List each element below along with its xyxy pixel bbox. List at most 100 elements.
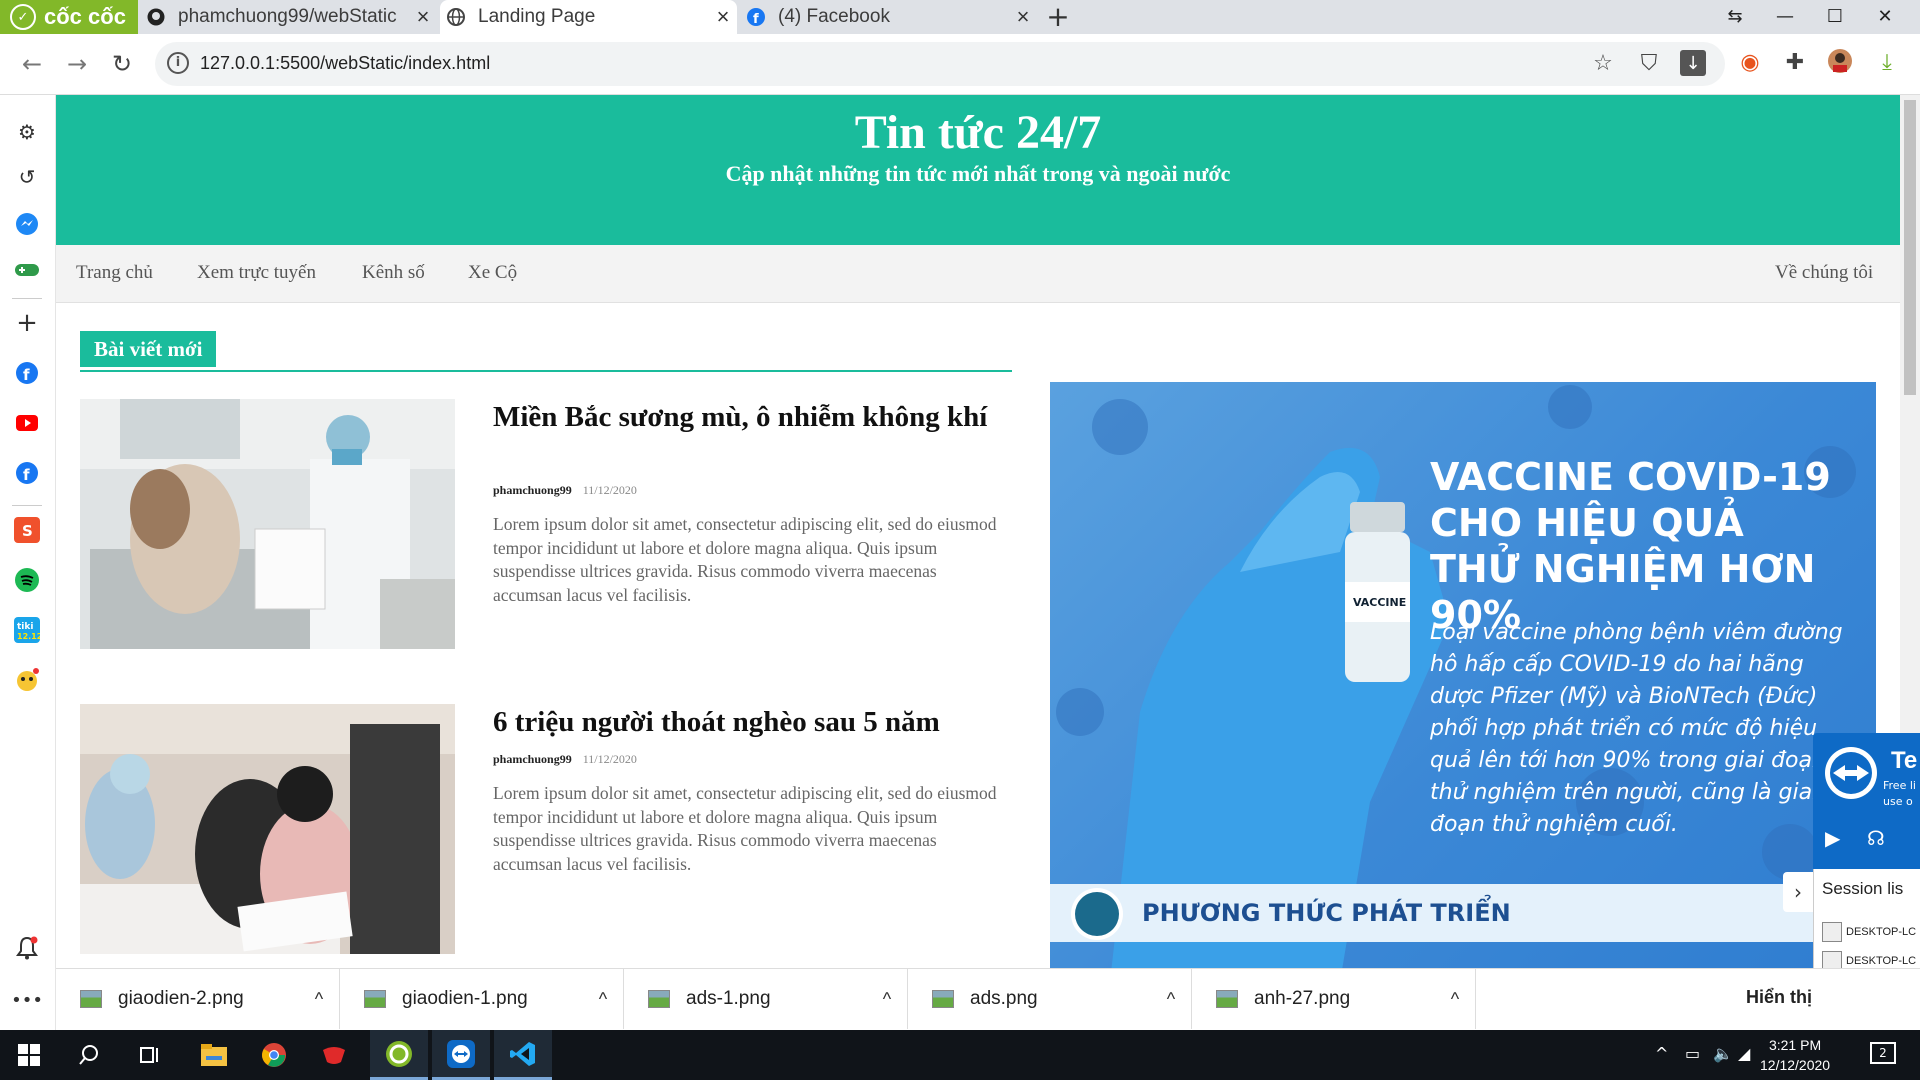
site-nav: Trang chủ Xem trực tuyến Kênh số Xe Cộ V… [56,245,1900,303]
tab-facebook[interactable]: f (4) Facebook × [740,0,1037,34]
bookmark-star-icon[interactable]: ☆ [1589,50,1617,78]
search-icon[interactable] [60,1030,118,1080]
downloads-icon[interactable]: ⤓ [1872,48,1902,78]
extensions-puzzle-icon[interactable]: ✚ [1780,48,1810,78]
vscode-icon[interactable] [494,1030,552,1080]
volume-icon[interactable]: 🔈 [1713,1044,1733,1063]
tab-label: (4) Facebook [778,6,890,27]
site-subtitle: Cập nhật những tin tức mới nhất trong và… [725,161,1231,186]
facebook-icon[interactable]: f [12,458,42,488]
system-clock[interactable]: 3:21 PM 12/12/2020 [1760,1035,1830,1075]
download-item[interactable]: anh-27.png ^ [1192,969,1476,1029]
close-window-button[interactable]: ✕ [1860,0,1910,34]
post-author[interactable]: phamchuong99 [493,483,572,497]
teamviewer-session-list: Session lis DESKTOP-LC DESKTOP-LC [1813,869,1920,971]
download-item[interactable]: giaodien-1.png ^ [340,969,624,1029]
game-controller-icon[interactable] [12,255,42,285]
headset-icon[interactable]: ☊ [1867,826,1885,850]
tab-search-icon[interactable]: ⇆ [1710,0,1760,34]
vaccine-vial-label: VACCINE [1353,596,1406,609]
post-title[interactable]: Miền Bắc sương mù, ô nhiễm không khí [493,399,993,435]
svg-text:f: f [753,12,759,26]
windows-start-icon[interactable] [0,1030,58,1080]
spotify-icon[interactable] [12,565,42,595]
network-icon[interactable]: ◢ [1738,1044,1750,1063]
ad-banner-label: PHƯƠNG THỨC PHÁT TRIỂN [1142,899,1511,927]
image-file-icon [1216,990,1238,1008]
tab-landing-page[interactable]: Landing Page × [440,0,737,34]
show-all-downloads-link[interactable]: Hiển thị [1746,987,1812,1008]
shield-icon[interactable]: ⛉ [1635,50,1663,78]
ad-headline-line: CHO HIỆU QUẢ [1430,501,1744,545]
site-info-icon[interactable]: i [167,52,189,74]
teamviewer-taskbar-icon[interactable] [432,1030,490,1080]
image-file-icon [364,990,386,1008]
post-author[interactable]: phamchuong99 [493,752,572,766]
teamviewer-panel[interactable]: Te Free li use o ▶ ☊ [1813,733,1920,878]
scrollbar-thumb[interactable] [1904,100,1916,395]
session-list-header[interactable]: Session lis [1822,879,1903,899]
ad-body-text: Loại vaccine phòng bệnh viêm đường hô hấ… [1430,620,1847,837]
chevron-up-icon[interactable]: ^ [1435,989,1475,1010]
shopee-icon[interactable]: S [12,515,42,545]
settings-gear-icon[interactable]: ⚙ [12,117,42,147]
maximize-button[interactable]: ☐ [1810,0,1860,34]
nav-item-kenh-so[interactable]: Kênh số [362,262,425,284]
forward-button[interactable]: → [57,44,97,84]
more-options-icon[interactable]: ••• [11,985,43,1015]
video-camera-icon[interactable]: ▶ [1825,826,1840,850]
game-mascot-icon[interactable] [12,665,42,695]
messenger-icon[interactable] [12,209,42,239]
svg-text:f: f [23,466,30,484]
add-sidebar-item-icon[interactable]: + [12,308,42,338]
tab-github[interactable]: phamchuong99/webStatic × [140,0,437,34]
reload-button[interactable]: ↻ [102,44,142,84]
session-row[interactable]: DESKTOP-LC [1822,922,1916,942]
nav-item-xem-truc-tuyen[interactable]: Xem trực tuyến [197,262,316,284]
notification-bell-icon[interactable] [12,933,42,963]
task-view-icon[interactable] [120,1030,178,1080]
download-item[interactable]: ads.png ^ [908,969,1192,1029]
close-tab-icon[interactable]: × [1009,4,1037,30]
post-meta: phamchuong99 11/12/2020 [493,483,637,498]
post-thumbnail-vaccine-trial[interactable] [80,704,455,954]
new-tab-button[interactable]: + [1043,0,1073,34]
nav-item-ve-chung-toi[interactable]: Về chúng tôi [1775,262,1873,284]
vaccine-ad-banner[interactable]: VACCINE VACCINE COVID-19 CHO HIỆU QUẢ TH… [1050,382,1876,968]
chrome-icon[interactable] [245,1030,303,1080]
youtube-icon[interactable] [12,408,42,438]
chevron-up-icon[interactable]: ^ [583,989,623,1010]
close-tab-icon[interactable]: × [409,4,437,30]
download-item[interactable]: ads-1.png ^ [624,969,908,1029]
chevron-up-icon[interactable]: ^ [1151,989,1191,1010]
svg-text:12.12: 12.12 [17,632,40,641]
tiki-icon[interactable]: tiki 12.12 [12,615,42,645]
post-thumbnail-dentist[interactable] [80,399,455,649]
back-button[interactable]: ← [12,44,52,84]
garena-icon[interactable] [305,1030,363,1080]
chevron-up-icon[interactable]: ^ [299,989,339,1010]
history-icon[interactable]: ↺ [12,162,42,192]
facebook-icon[interactable]: f [12,358,42,388]
nav-item-trang-chu[interactable]: Trang chủ [76,262,153,284]
chevron-up-icon[interactable]: ^ [867,989,907,1010]
action-center-icon[interactable]: 2 [1870,1042,1896,1064]
download-video-icon[interactable]: ↓ [1680,50,1706,76]
notification-count: 2 [1879,1046,1887,1060]
download-item[interactable]: giaodien-2.png ^ [56,969,340,1029]
show-hidden-icons[interactable]: ^ [1655,1044,1668,1063]
nav-item-xe-co[interactable]: Xe Cộ [468,262,517,284]
coccoc-menu-button[interactable]: ✓ cốc cốc [0,0,138,34]
post-title[interactable]: 6 triệu người thoát nghèo sau 5 năm [493,704,993,740]
teamviewer-collapse-icon[interactable]: › [1783,872,1813,912]
coccoc-taskbar-icon[interactable] [370,1030,428,1080]
coccoc-extension-icon[interactable]: ◉ [1735,48,1765,78]
battery-icon[interactable]: ▭ [1685,1044,1700,1063]
site-title: Tin tức 24/7 [854,106,1102,159]
close-tab-icon[interactable]: × [709,4,737,30]
address-bar[interactable]: i 127.0.0.1:5500/webStatic/index.html ☆ … [155,42,1725,86]
minimize-button[interactable]: — [1760,0,1810,34]
file-explorer-icon[interactable] [185,1030,243,1080]
profile-avatar[interactable] [1825,48,1855,78]
post-date: 11/12/2020 [582,483,637,497]
